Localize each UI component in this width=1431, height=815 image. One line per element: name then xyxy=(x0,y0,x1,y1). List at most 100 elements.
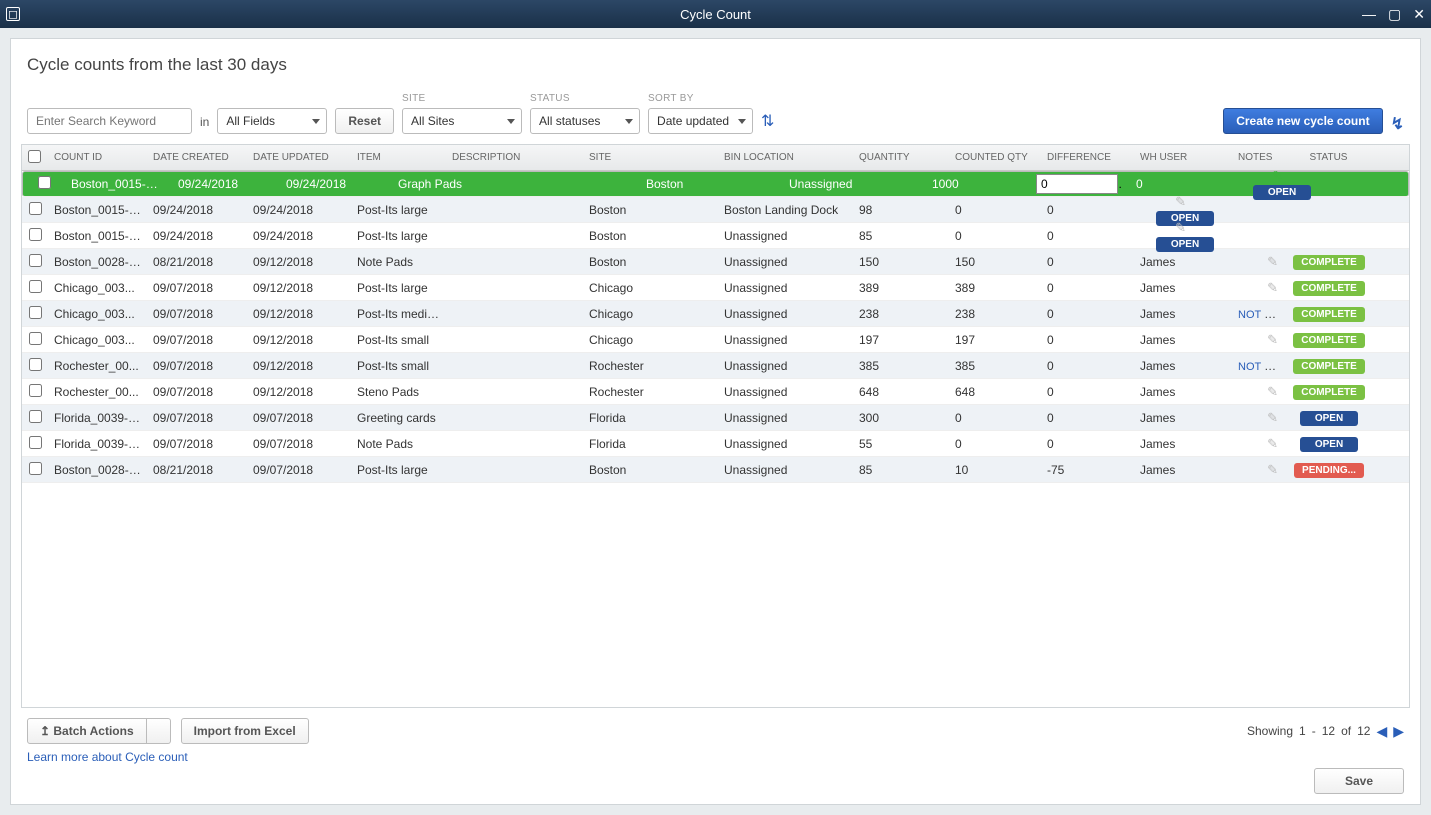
card: Cycle counts from the last 30 days in Al… xyxy=(10,38,1421,805)
learn-more-link[interactable]: Learn more about Cycle count xyxy=(27,750,188,764)
row-checkbox[interactable] xyxy=(29,332,42,345)
table-row[interactable]: Chicago_003... 09/07/2018 09/12/2018 Pos… xyxy=(22,301,1409,327)
table-row[interactable]: Florida_0039-01 09/07/2018 09/07/2018 Gr… xyxy=(22,405,1409,431)
pencil-icon[interactable]: ✎ xyxy=(1267,462,1278,477)
cell-site: Rochester xyxy=(583,359,718,373)
table-row[interactable]: Chicago_003... 09/07/2018 09/12/2018 Pos… xyxy=(22,275,1409,301)
site-select[interactable]: All Sites xyxy=(402,108,522,134)
note-link[interactable]: NOT C... xyxy=(1238,307,1281,321)
row-checkbox[interactable] xyxy=(38,176,51,189)
row-checkbox[interactable] xyxy=(29,462,42,475)
cell-wh-user: James xyxy=(1134,281,1232,295)
cell-counted-qty: 0 xyxy=(955,411,962,425)
cell-date-created: 09/24/2018 xyxy=(172,177,272,191)
prev-page-icon[interactable]: ◀ xyxy=(1376,723,1387,740)
col-date-created[interactable]: DATE CREATED xyxy=(147,152,247,163)
pager-to: 12 xyxy=(1322,724,1335,738)
search-input[interactable] xyxy=(27,108,192,134)
table-row[interactable]: Florida_0039-01 09/07/2018 09/07/2018 No… xyxy=(22,431,1409,457)
status-select[interactable]: All statuses xyxy=(530,108,640,134)
pencil-icon[interactable]: ✎ xyxy=(1267,436,1278,451)
col-counted-qty[interactable]: COUNTED QTY xyxy=(949,152,1041,163)
cell-date-updated: 09/07/2018 xyxy=(247,411,351,425)
pencil-icon[interactable]: ✎ xyxy=(1175,194,1186,209)
cell-difference: 0 xyxy=(1041,437,1134,451)
sort-select[interactable]: Date updated xyxy=(648,108,753,134)
cell-count-id: Boston_0028-01 xyxy=(48,255,147,269)
note-link[interactable]: NOT C... xyxy=(1238,359,1281,373)
popout-icon[interactable]: ◻ xyxy=(6,7,20,21)
caret-icon xyxy=(312,119,320,124)
row-checkbox[interactable] xyxy=(29,384,42,397)
cell-difference: 0 xyxy=(1041,203,1134,217)
pager-from: 1 xyxy=(1299,724,1306,738)
refresh-icon[interactable]: ↯ xyxy=(1391,114,1404,134)
table-header: COUNT ID DATE CREATED DATE UPDATED ITEM … xyxy=(22,145,1409,171)
import-excel-button[interactable]: Import from Excel xyxy=(181,718,309,744)
pencil-icon[interactable]: ✎ xyxy=(1272,171,1283,183)
cell-date-created: 08/21/2018 xyxy=(147,463,247,477)
col-date-updated[interactable]: DATE UPDATED xyxy=(247,152,351,163)
cell-wh-user: James xyxy=(1134,359,1232,373)
counted-qty-input[interactable] xyxy=(1036,174,1118,194)
batch-actions-dropdown[interactable] xyxy=(147,718,171,744)
row-checkbox[interactable] xyxy=(29,280,42,293)
row-checkbox[interactable] xyxy=(29,358,42,371)
col-notes[interactable]: NOTES xyxy=(1232,152,1284,163)
cell-site: Chicago xyxy=(583,307,718,321)
row-checkbox[interactable] xyxy=(29,254,42,267)
table-row[interactable]: Boston_0015-01 09/24/2018 09/24/2018 Pos… xyxy=(22,223,1409,249)
row-checkbox[interactable] xyxy=(29,436,42,449)
sort-direction-icon[interactable]: ⇅ xyxy=(761,111,774,134)
pencil-icon[interactable]: ✎ xyxy=(1175,220,1186,235)
cell-count-id: Florida_0039-01 xyxy=(48,437,147,451)
field-select[interactable]: All Fields xyxy=(217,108,327,134)
close-icon[interactable]: ✕ xyxy=(1413,6,1425,23)
table-row[interactable]: Rochester_00... 09/07/2018 09/12/2018 St… xyxy=(22,379,1409,405)
status-badge: COMPLETE xyxy=(1293,359,1365,374)
caret-icon xyxy=(625,119,633,124)
cell-quantity: 150 xyxy=(853,255,949,269)
cell-item: Post-Its large xyxy=(351,281,446,295)
col-status[interactable]: STATUS xyxy=(1284,152,1374,163)
table-row[interactable]: Boston_0028-01 08/21/2018 09/07/2018 Pos… xyxy=(22,457,1409,483)
pencil-icon[interactable]: ✎ xyxy=(1267,410,1278,425)
window: ◻ Cycle Count — ▢ ✕ Cycle counts from th… xyxy=(0,0,1431,815)
cell-count-id: Rochester_00... xyxy=(48,385,147,399)
col-site[interactable]: SITE xyxy=(583,152,718,163)
pencil-icon[interactable]: ✎ xyxy=(1267,332,1278,347)
batch-actions-group: ↥ Batch Actions xyxy=(27,718,171,744)
pencil-icon[interactable]: ✎ xyxy=(1267,384,1278,399)
create-cycle-count-button[interactable]: Create new cycle count xyxy=(1223,108,1382,134)
row-checkbox[interactable] xyxy=(29,202,42,215)
table-row[interactable]: Rochester_00... 09/07/2018 09/12/2018 Po… xyxy=(22,353,1409,379)
col-count-id[interactable]: COUNT ID xyxy=(48,152,147,163)
row-checkbox[interactable] xyxy=(29,306,42,319)
col-bin-location[interactable]: BIN LOCATION xyxy=(718,152,853,163)
batch-actions-button[interactable]: ↥ Batch Actions xyxy=(27,718,147,744)
minimize-icon[interactable]: — xyxy=(1362,6,1376,22)
select-all-checkbox[interactable] xyxy=(28,150,41,163)
col-wh-user[interactable]: WH USER xyxy=(1134,152,1232,163)
col-difference[interactable]: DIFFERENCE xyxy=(1041,152,1134,163)
row-checkbox[interactable] xyxy=(29,410,42,423)
status-badge: OPEN xyxy=(1156,237,1214,252)
cell-counted-qty: 389 xyxy=(955,281,975,295)
pencil-icon[interactable]: ✎ xyxy=(1267,254,1278,269)
reset-button[interactable]: Reset xyxy=(335,108,394,134)
batch-actions-label: Batch Actions xyxy=(53,724,133,738)
table-row[interactable]: Chicago_003... 09/07/2018 09/12/2018 Pos… xyxy=(22,327,1409,353)
pencil-icon[interactable]: ✎ xyxy=(1267,280,1278,295)
col-quantity[interactable]: QUANTITY xyxy=(853,152,949,163)
table-row[interactable]: Boston_0028-01 08/21/2018 09/12/2018 Not… xyxy=(22,249,1409,275)
next-page-icon[interactable]: ▶ xyxy=(1393,723,1404,740)
maximize-icon[interactable]: ▢ xyxy=(1388,6,1401,23)
table-body: Boston_0015-01 09/24/2018 09/24/2018 Gra… xyxy=(22,171,1409,707)
cell-wh-user: James xyxy=(1134,463,1232,477)
col-item[interactable]: ITEM xyxy=(351,152,446,163)
cell-site: Chicago xyxy=(583,281,718,295)
row-checkbox[interactable] xyxy=(29,228,42,241)
status-badge: COMPLETE xyxy=(1293,385,1365,400)
col-description[interactable]: DESCRIPTION xyxy=(446,152,583,163)
save-button[interactable]: Save xyxy=(1314,768,1404,794)
